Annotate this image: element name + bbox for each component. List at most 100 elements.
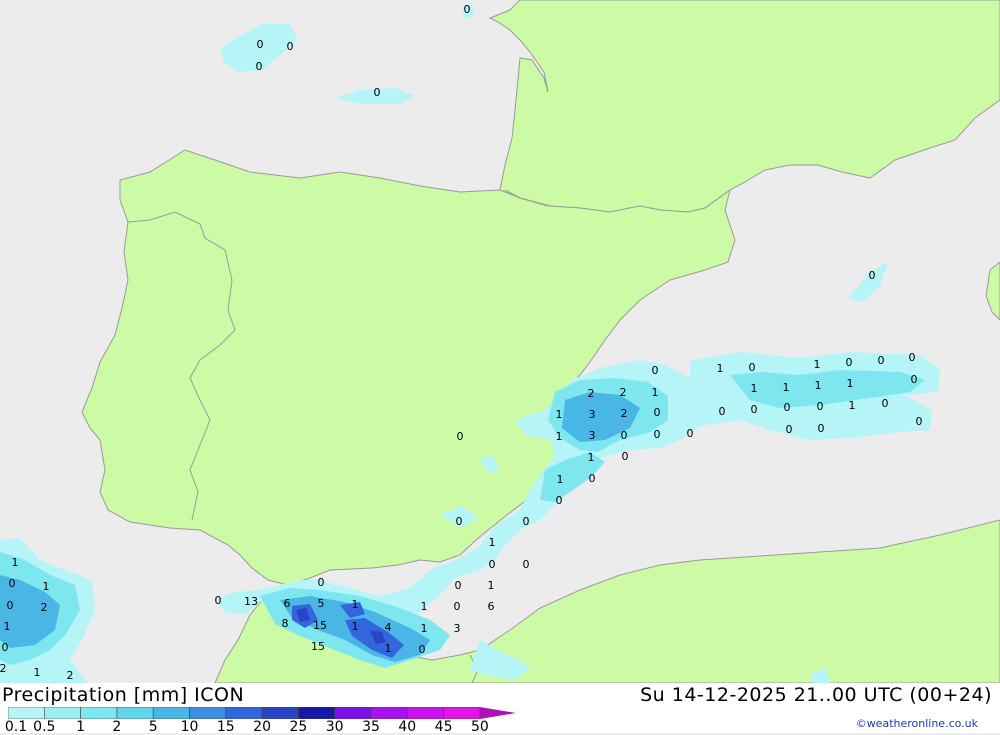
value-label: 15 (313, 619, 327, 632)
value-label: 1 (421, 622, 428, 635)
scale-arrow (479, 707, 516, 719)
value-label: 1 (352, 620, 359, 633)
value-label: 0 (556, 494, 563, 507)
value-label: 0 (523, 515, 530, 528)
value-label: 1 (556, 408, 563, 421)
value-label: 0 (419, 643, 426, 656)
value-label: 0 (622, 450, 629, 463)
credit-link[interactable]: ©weatheronline.co.uk (856, 717, 978, 730)
value-label: 3 (589, 429, 596, 442)
value-label: 0 (457, 430, 464, 443)
footer-bar: Precipitation [mm] ICON Su 14-12-2025 21… (0, 683, 1000, 735)
value-label: 0 (869, 269, 876, 282)
value-label: 0 (489, 558, 496, 571)
value-label: 1 (385, 642, 392, 655)
scale-swatch (334, 707, 372, 719)
value-label: 1 (847, 377, 854, 390)
value-label: 0 (621, 429, 628, 442)
value-label: 1 (43, 580, 50, 593)
value-label: 0 (9, 577, 16, 590)
value-label: 0 (318, 576, 325, 589)
value-label: 2 (41, 601, 48, 614)
value-label: 0 (287, 40, 294, 53)
value-label: 5 (318, 597, 325, 610)
value-label: 1 (751, 382, 758, 395)
scale-swatch (443, 707, 481, 719)
value-label: 3 (589, 408, 596, 421)
value-label: 13 (244, 595, 258, 608)
value-label: 1 (588, 451, 595, 464)
value-label: 0 (911, 373, 918, 386)
scale-swatch (152, 707, 190, 719)
value-label: 15 (311, 640, 325, 653)
value-label: 6 (488, 600, 495, 613)
value-label: 3 (454, 622, 461, 635)
value-label: 1 (717, 362, 724, 375)
value-label: 1 (421, 600, 428, 613)
color-scale (8, 707, 516, 719)
value-label: 0 (589, 472, 596, 485)
value-label: 0 (882, 397, 889, 410)
value-label: 0 (454, 600, 461, 613)
value-label: 0 (456, 515, 463, 528)
value-label: 0 (784, 401, 791, 414)
scale-swatch (298, 707, 335, 719)
value-label: 0 (909, 351, 916, 364)
scale-swatch (116, 707, 154, 719)
value-label: 4 (385, 621, 392, 634)
value-label: 0 (215, 594, 222, 607)
value-label: 1 (814, 358, 821, 371)
value-label: 0 (654, 428, 661, 441)
scale-swatch (225, 707, 263, 719)
value-label: 1 (489, 536, 496, 549)
scale-swatch (370, 707, 408, 719)
value-label: 1 (488, 579, 495, 592)
value-label: 8 (282, 617, 289, 630)
value-label: 0 (464, 3, 471, 16)
value-label: 0 (2, 641, 9, 654)
value-label: 2 (67, 669, 74, 682)
map-title: Precipitation [mm] ICON (2, 684, 245, 706)
value-label: 1 (783, 381, 790, 394)
value-label: 0 (719, 405, 726, 418)
value-label: 2 (621, 407, 628, 420)
value-label: 0 (652, 364, 659, 377)
value-label: 0 (818, 422, 825, 435)
scale-swatch (406, 707, 444, 719)
scale-swatch (261, 707, 299, 719)
precipitation-map: 0 0 0 0 0 0 0 1 0 1 0 0 0 1 1 1 1 0 2 2 … (0, 0, 1000, 684)
value-label: 0 (455, 579, 462, 592)
value-label: 0 (786, 423, 793, 436)
value-label: 0 (846, 356, 853, 369)
value-label: 0 (687, 427, 694, 440)
value-label: 1 (4, 620, 11, 633)
value-label: 0 (256, 60, 263, 73)
value-label: 2 (0, 662, 7, 675)
value-label: 0 (916, 415, 923, 428)
value-label: 2 (620, 386, 627, 399)
value-label: 1 (849, 399, 856, 412)
value-label: 0 (751, 403, 758, 416)
value-label: 0 (523, 558, 530, 571)
value-label: 1 (557, 473, 564, 486)
value-label: 1 (652, 386, 659, 399)
value-label: 0 (257, 38, 264, 51)
valid-time: Su 14-12-2025 21..00 UTC (00+24) (640, 684, 992, 706)
value-label: 0 (878, 354, 885, 367)
value-label: 6 (284, 597, 291, 610)
scale-swatch (80, 707, 118, 719)
value-label: 1 (815, 379, 822, 392)
value-label: 0 (7, 599, 14, 612)
value-label: 1 (12, 556, 19, 569)
value-label: 0 (817, 400, 824, 413)
scale-swatch (189, 707, 227, 719)
value-label: 1 (34, 666, 41, 679)
scale-swatch (43, 707, 81, 719)
value-label: 1 (556, 430, 563, 443)
scale-swatch (8, 707, 45, 719)
value-label: 0 (654, 406, 661, 419)
value-label: 0 (374, 86, 381, 99)
value-label: 2 (588, 387, 595, 400)
value-label: 0 (749, 361, 756, 374)
value-label: 1 (352, 598, 359, 611)
